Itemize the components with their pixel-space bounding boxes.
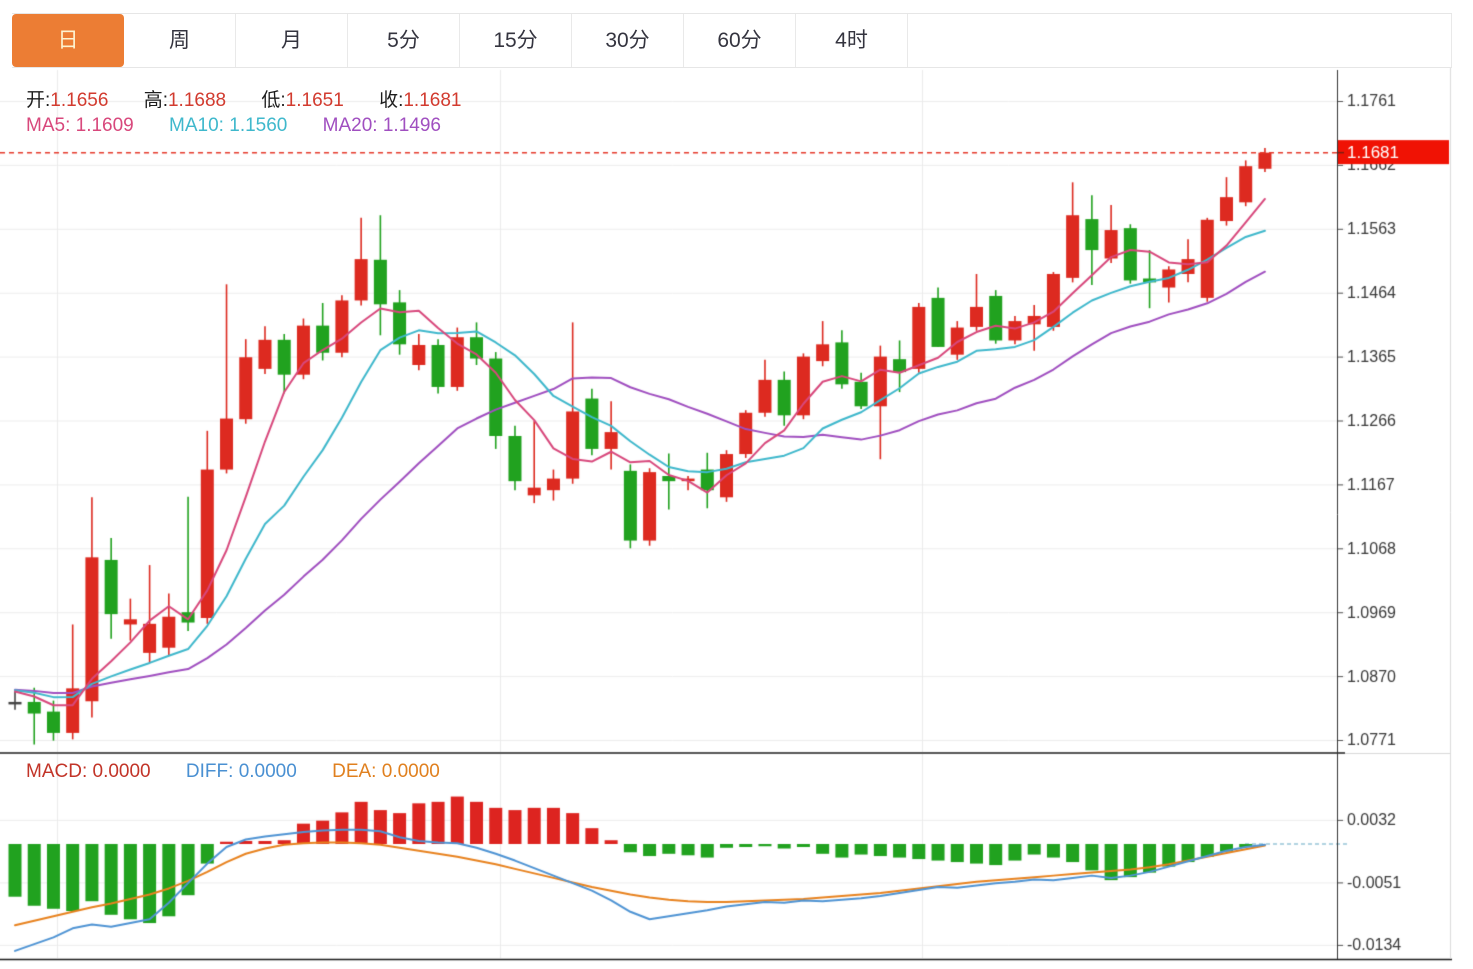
- ma5-value: 1.1609: [76, 115, 134, 136]
- dea-label: DEA:: [332, 761, 376, 782]
- open-group: 开:1.1656: [26, 90, 108, 111]
- tab-5min[interactable]: 5分: [348, 14, 460, 67]
- macd-label: MACD:: [26, 761, 87, 782]
- close-group: 收:1.1681: [379, 90, 461, 111]
- tab-30min[interactable]: 30分: [572, 14, 684, 67]
- tab-15min[interactable]: 15分: [460, 14, 572, 67]
- tab-day[interactable]: 日: [12, 14, 124, 67]
- ma20-group: MA20: 1.1496: [323, 115, 441, 136]
- macd-value: 0.0000: [93, 761, 151, 782]
- tab-bar-spacer: [908, 14, 1452, 67]
- ma10-group: MA10: 1.1560: [169, 115, 287, 136]
- diff-group: DIFF: 0.0000: [186, 761, 297, 782]
- diff-label: DIFF:: [186, 761, 234, 782]
- high-group: 高:1.1688: [144, 90, 226, 111]
- ma20-value: 1.1496: [383, 115, 441, 136]
- tab-60min[interactable]: 60分: [684, 14, 796, 67]
- ma-readout: MA5: 1.1609 MA10: 1.1560 MA20: 1.1496: [26, 115, 471, 137]
- high-value: 1.1688: [168, 90, 226, 111]
- macd-readout: MACD: 0.0000 DIFF: 0.0000 DEA: 0.0000: [26, 761, 470, 783]
- ma10-value: 1.1560: [229, 115, 287, 136]
- timeframe-tab-bar: 日周月5分15分30分60分4时: [12, 13, 1452, 68]
- dea-value: 0.0000: [382, 761, 440, 782]
- ma10-label: MA10:: [169, 115, 224, 136]
- ma5-label: MA5:: [26, 115, 70, 136]
- open-value: 1.1656: [50, 90, 108, 111]
- macd-group: MACD: 0.0000: [26, 761, 151, 782]
- dea-group: DEA: 0.0000: [332, 761, 440, 782]
- diff-value: 0.0000: [239, 761, 297, 782]
- high-label: 高:: [144, 90, 168, 111]
- tab-week[interactable]: 周: [124, 14, 236, 67]
- low-label: 低:: [261, 90, 285, 111]
- ma5-group: MA5: 1.1609: [26, 115, 134, 136]
- close-value: 1.1681: [403, 90, 461, 111]
- tab-4hour[interactable]: 4时: [796, 14, 908, 67]
- close-label: 收:: [379, 90, 403, 111]
- candlestick-chart-canvas[interactable]: [0, 0, 1473, 969]
- low-group: 低:1.1651: [261, 90, 343, 111]
- ma20-label: MA20:: [323, 115, 378, 136]
- open-label: 开:: [26, 90, 50, 111]
- tab-month[interactable]: 月: [236, 14, 348, 67]
- ohlc-readout: 开:1.1656 高:1.1688 低:1.1651 收:1.1681: [26, 85, 491, 112]
- low-value: 1.1651: [286, 90, 344, 111]
